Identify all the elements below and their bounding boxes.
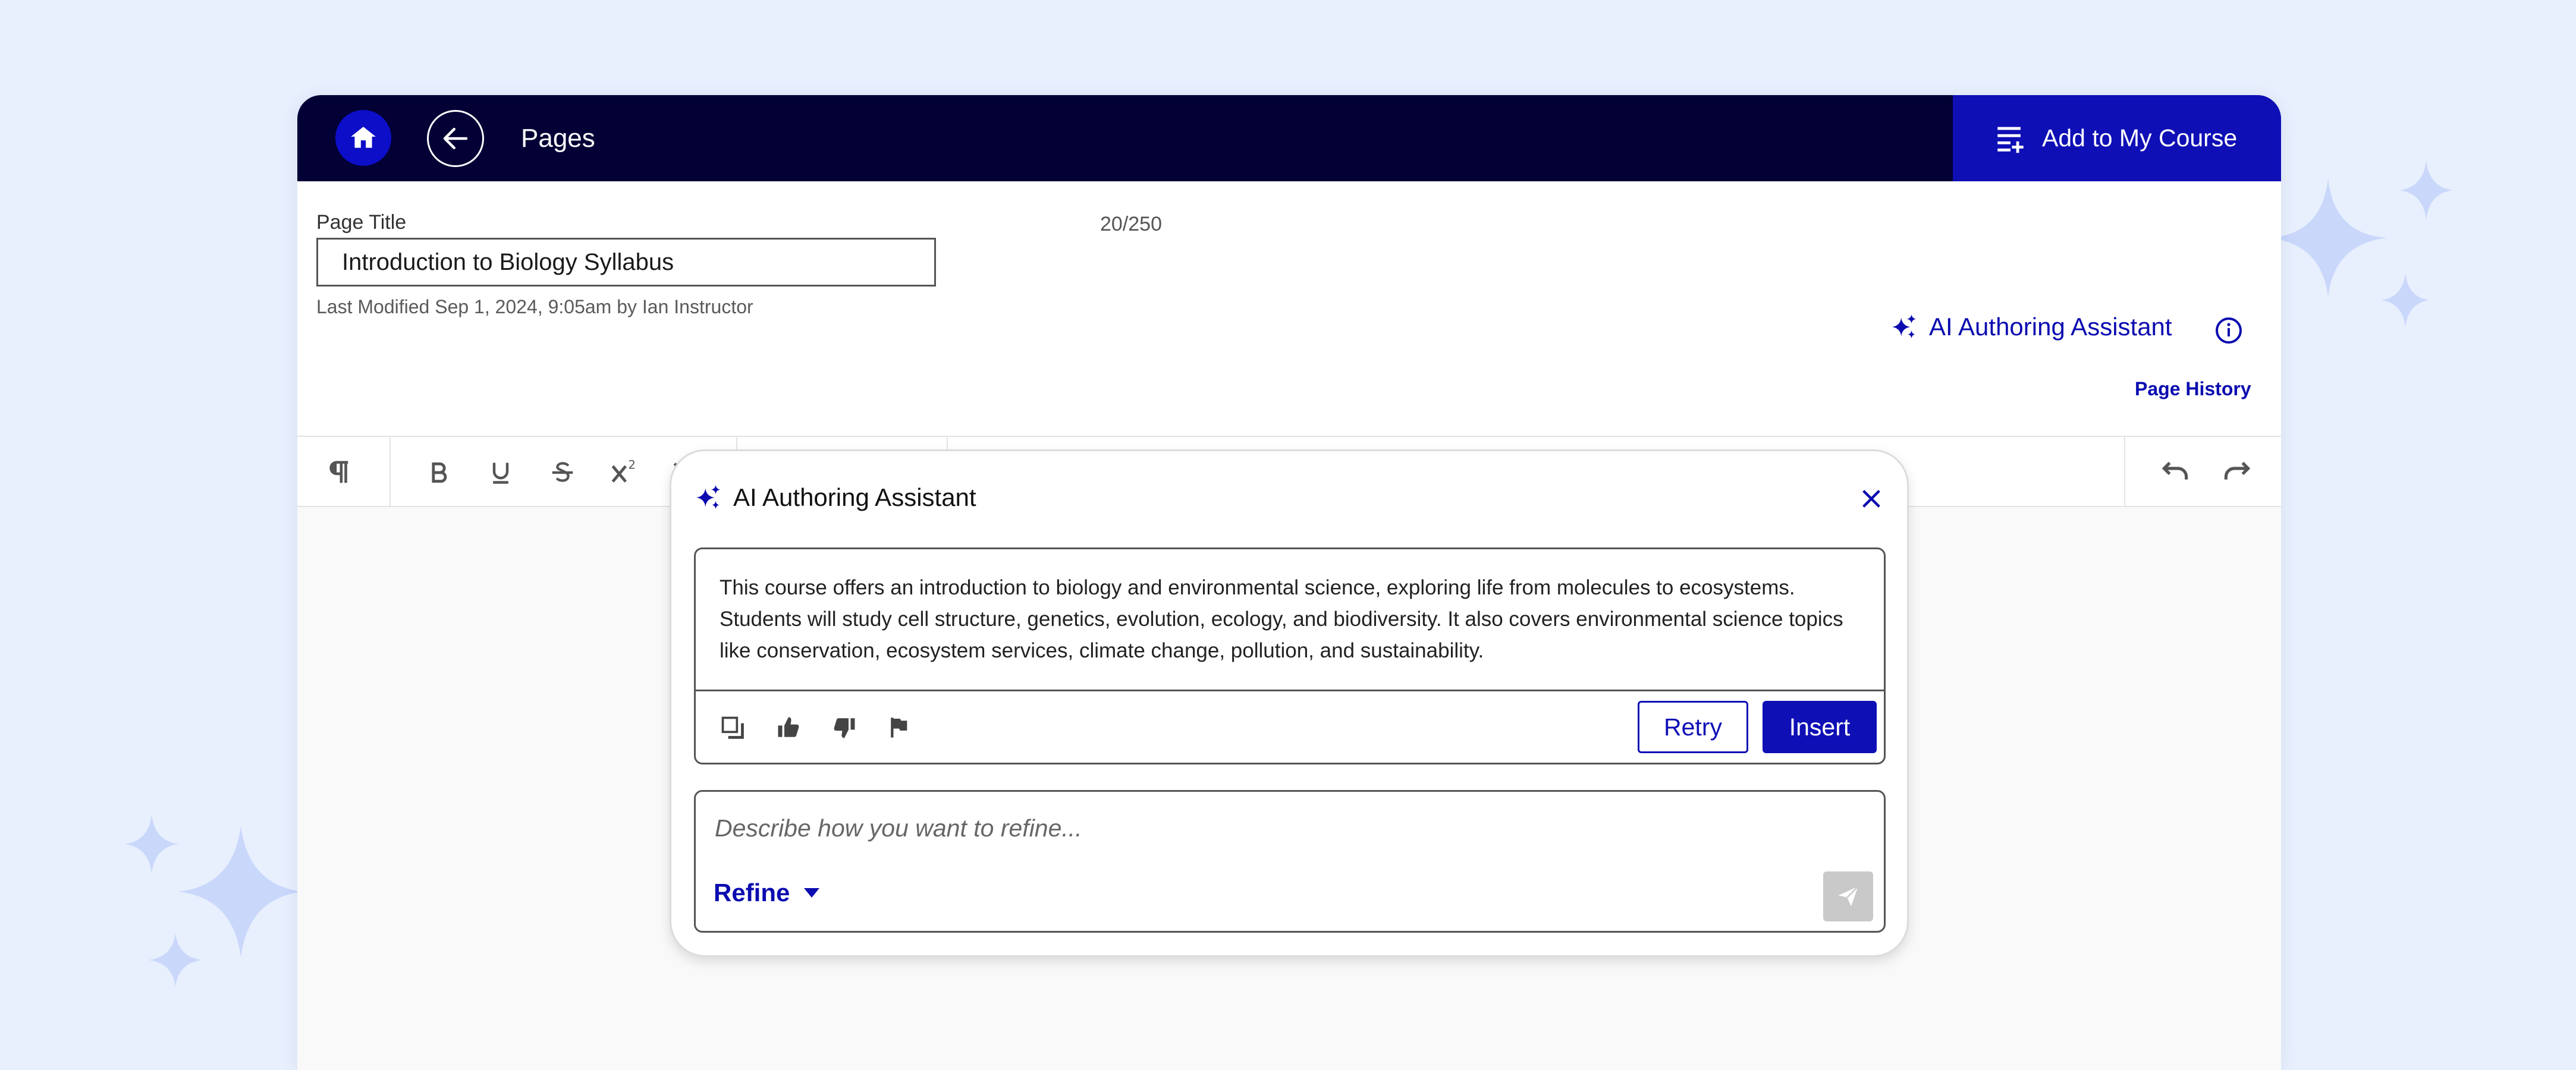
page-title-input[interactable]: Introduction to Biology Syllabus [316,238,936,287]
close-button[interactable] [1855,482,1888,515]
home-icon [351,127,376,148]
page-history-link[interactable]: Page History [2135,378,2251,400]
thumbs-up-button[interactable] [771,710,806,745]
sparkle-icon [696,484,721,509]
refine-dropdown-label: Refine [714,879,790,907]
thumbs-down-button[interactable] [827,710,862,745]
thumbs-up-icon [778,717,799,737]
playlist-add-icon [1997,127,2024,153]
underline-button[interactable] [483,455,519,490]
strikethrough-icon [552,462,573,482]
caret-down-icon [804,888,820,898]
send-button[interactable] [1823,871,1873,921]
editor-window: Pages Add to My Course Page Title 20/250… [297,95,2281,1070]
insert-button[interactable]: Insert [1763,701,1877,753]
ai-response-text: This course offers an introduction to bi… [720,576,1843,662]
back-button[interactable] [427,110,484,167]
svg-text:2: 2 [629,458,636,472]
retry-button[interactable]: Retry [1638,701,1748,753]
redo-icon [2224,461,2251,480]
superscript-icon: 2 [611,458,636,483]
page-title: Pages [521,124,595,153]
home-button[interactable] [335,110,391,166]
info-icon[interactable] [2214,316,2243,345]
bold-button[interactable] [421,455,457,490]
page-title-label: Page Title [316,211,407,234]
toolbar-divider [389,437,391,506]
panel-header: AI Authoring Assistant [695,483,976,512]
panel-title: AI Authoring Assistant [733,483,976,511]
paragraph-icon [329,461,348,483]
ai-authoring-assistant-link[interactable]: AI Authoring Assistant [1891,313,2172,341]
superscript-button[interactable]: 2 [607,455,642,490]
flag-button[interactable] [881,710,917,745]
refine-box: Refine [694,790,1886,933]
add-to-my-course-label: Add to My Course [2042,124,2238,152]
copy-icon [721,716,744,739]
sparkle-decoration-icon [125,814,303,987]
ai-authoring-assistant-label: AI Authoring Assistant [1929,313,2172,341]
underline-icon [492,462,509,484]
ai-assistant-panel: AI Authoring Assistant This course offer… [670,449,1909,957]
top-navigation-bar: Pages Add to My Course [297,95,2281,181]
copy-button[interactable] [715,710,750,745]
sparkle-icon [1892,314,1917,339]
ai-response-box: This course offers an introduction to bi… [694,547,1886,764]
toolbar-divider [2124,437,2125,506]
refine-dropdown[interactable]: Refine [714,879,821,907]
bold-icon [432,462,447,483]
response-divider [696,690,1884,691]
add-to-my-course-button[interactable]: Add to My Course [1953,95,2281,181]
char-count: 20/250 [1100,213,1162,235]
flag-icon [891,717,907,738]
redo-button[interactable] [2219,455,2255,490]
close-icon [1862,490,1880,508]
sparkle-decoration-icon [2269,160,2453,327]
paragraph-button[interactable] [321,455,357,490]
undo-button[interactable] [2157,455,2193,490]
refine-input[interactable] [714,804,1786,852]
thumbs-down-icon [834,718,855,738]
strikethrough-button[interactable] [545,455,580,490]
send-icon [1838,886,1859,907]
arrow-left-icon [443,128,468,149]
last-modified-text: Last Modified Sep 1, 2024, 9:05am by Ian… [316,296,753,317]
undo-icon [2162,461,2188,480]
